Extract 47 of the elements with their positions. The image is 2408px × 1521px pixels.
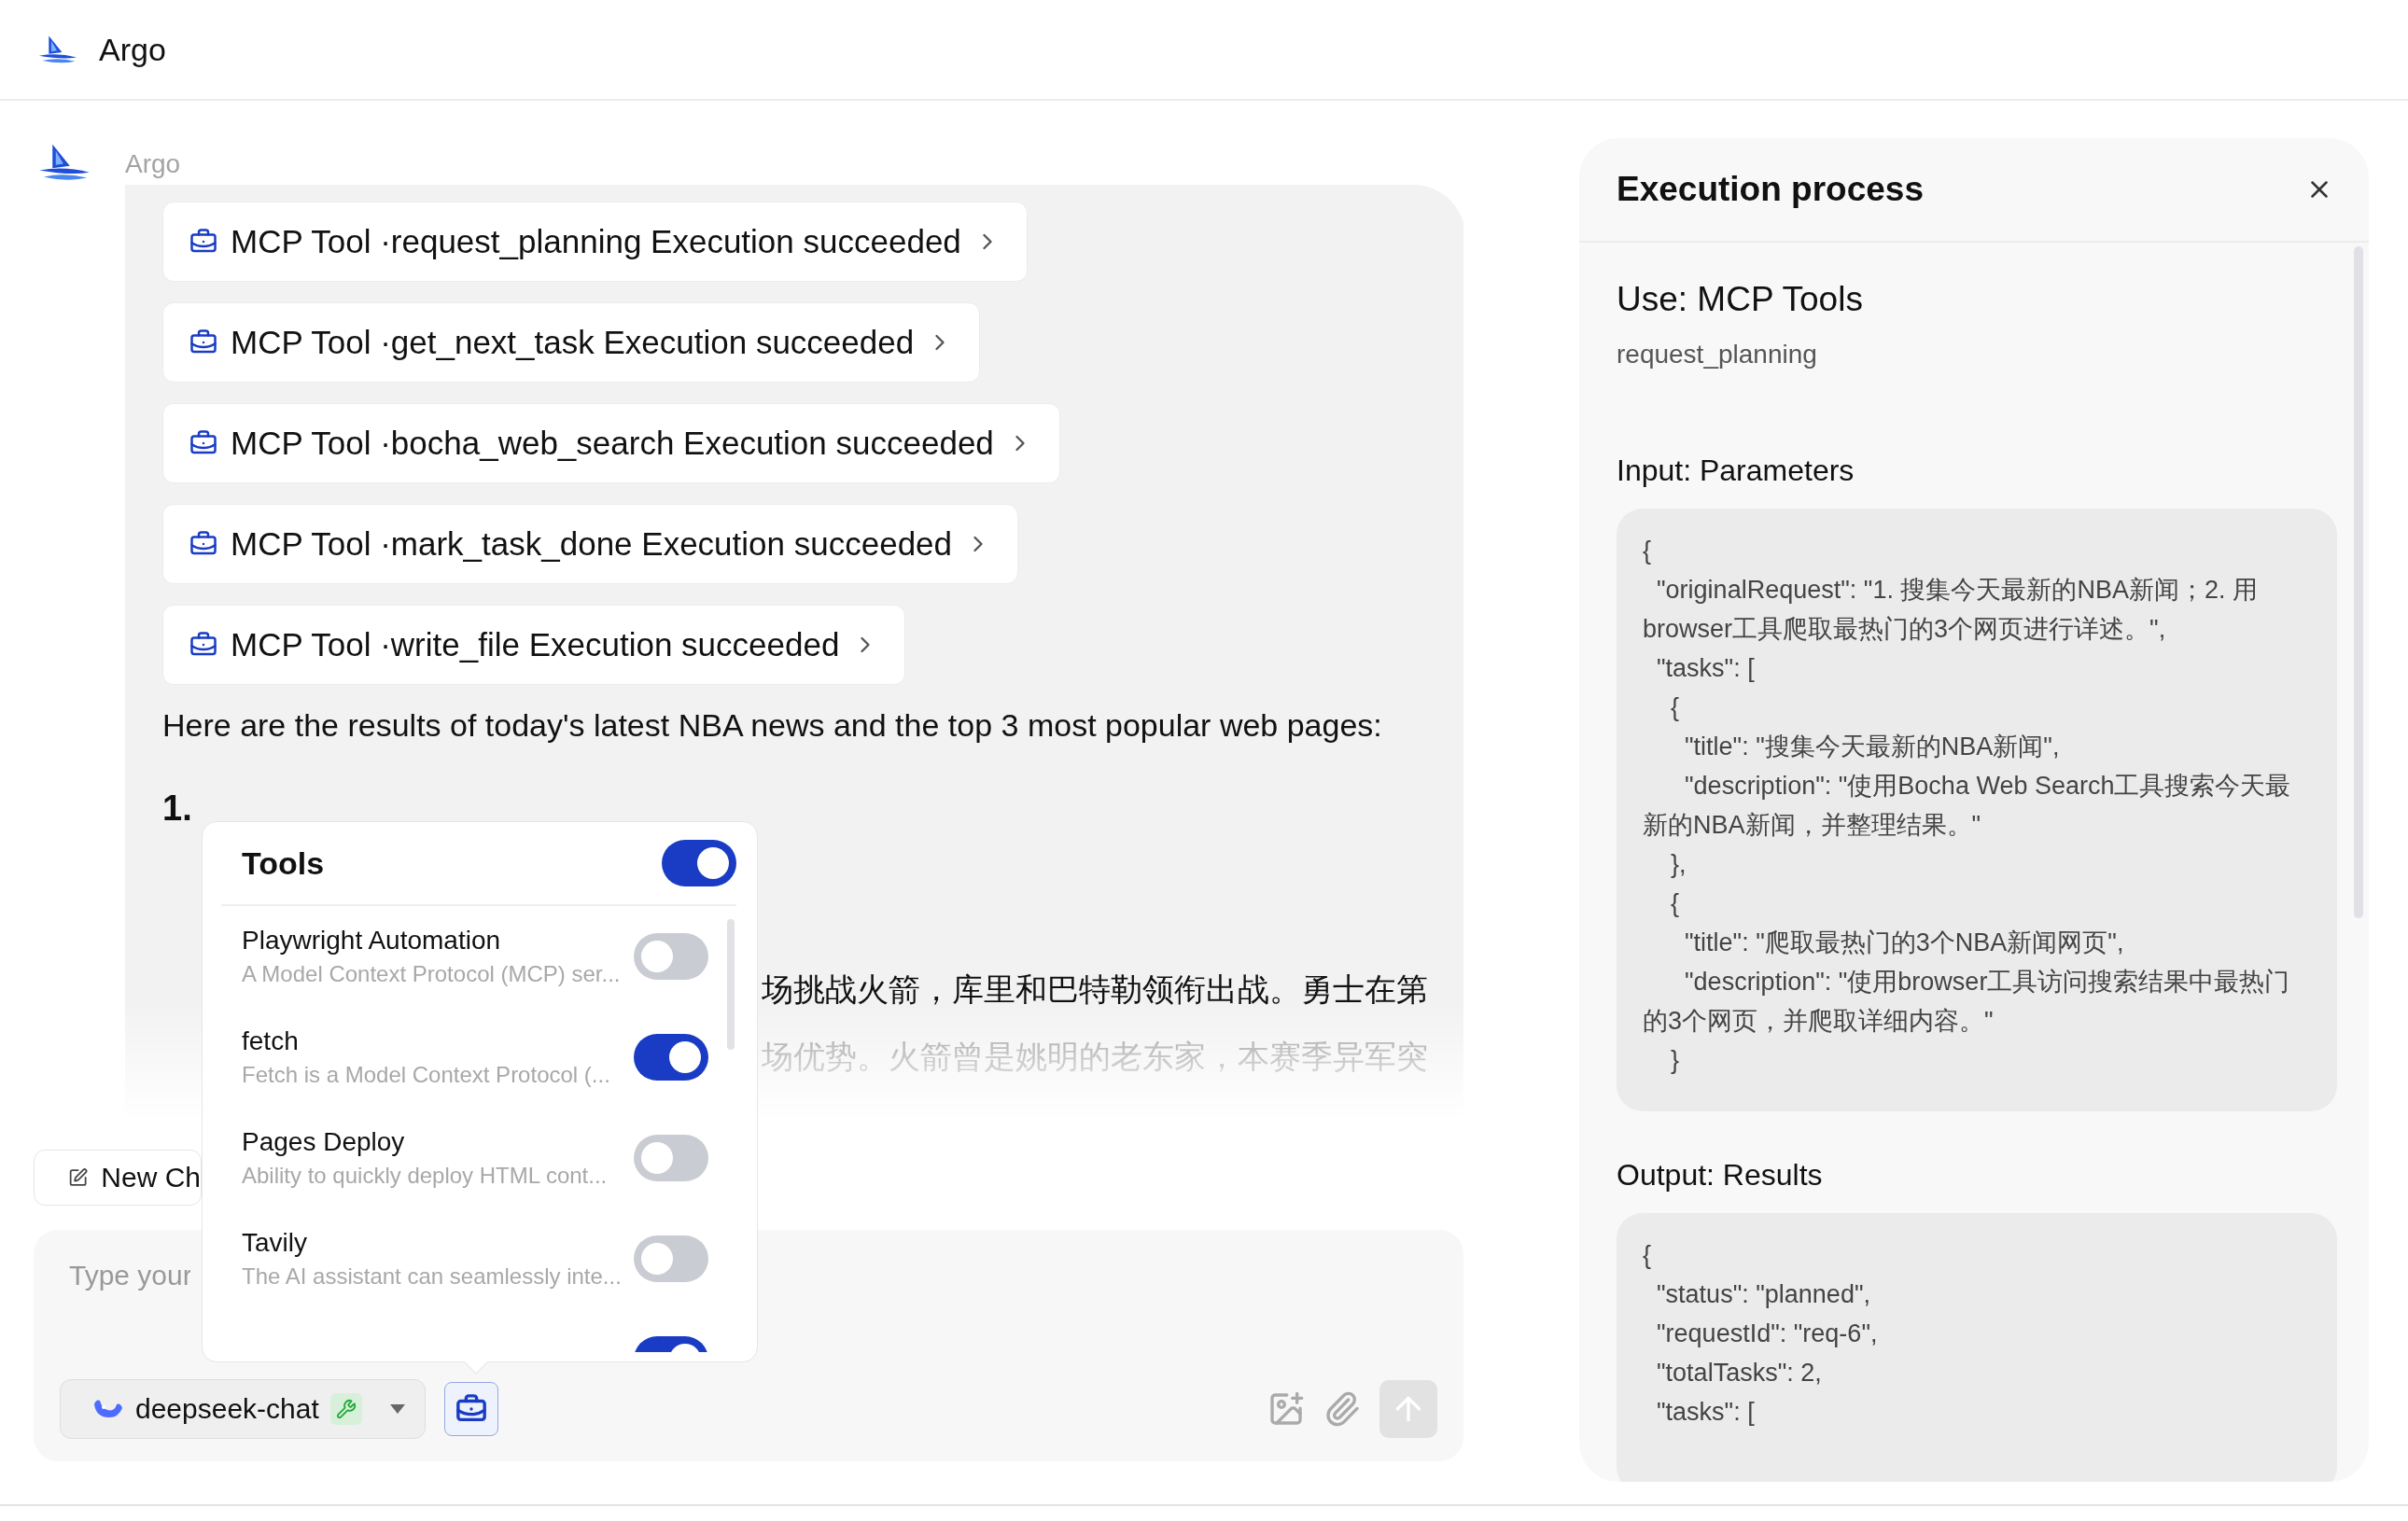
- tool-name: Tavily: [242, 1228, 307, 1258]
- tool-name: Pages Deploy: [242, 1127, 405, 1157]
- tool-description: The AI assistant can seamlessly inte...: [242, 1263, 622, 1290]
- tool-call-chip[interactable]: MCP Tool ·bocha_web_search Execution succeeded: [162, 403, 1060, 483]
- code-block: { "originalRequest": "1. 搜集今天最新的NBA新闻；2. 用browser工具爬取最热门的3个网页进行详述。", "tasks": [ { "title": "搜集今天最新的NBA新闻", "description": "使用Bocha Web Search工具搜索今天最新的NBA新闻，并整理结果。" }, { "title": "爬取最热门的3个NBA新闻网页", "description": "使用browser工具访问搜索结果中最热门的3个网页，并爬取详细内容。" }: [1617, 509, 2337, 1111]
- news-excerpt: 场优势。火箭曾是姚明的老东家，本赛季异军突: [762, 1038, 1428, 1076]
- toggle-knob: [641, 1243, 673, 1275]
- tool-name: fetch: [242, 1026, 299, 1056]
- toggle-knob: [641, 1142, 673, 1174]
- panel-title: Execution process: [1617, 170, 1924, 209]
- paperclip-icon[interactable]: [1323, 1390, 1361, 1428]
- list-number: 1.: [162, 788, 192, 829]
- sender-name: Argo: [125, 149, 181, 179]
- image-add-icon[interactable]: [1267, 1390, 1305, 1428]
- toggle-knob: [641, 941, 673, 972]
- tool-call-chip[interactable]: MCP Tool ·mark_task_done Execution succeeded: [162, 504, 1019, 584]
- toggle-switch[interactable]: [634, 1135, 708, 1181]
- tool-call-chip[interactable]: MCP Tool ·write_file Execution succeeded: [162, 605, 906, 685]
- popup-title: Tools: [242, 844, 325, 882]
- tool-call-chip[interactable]: MCP Tool ·get_next_task Execution succeeded: [162, 302, 981, 383]
- toggle-knob: [669, 1041, 701, 1073]
- tool-name: request_planning: [1617, 340, 1817, 370]
- app-title: Argo: [99, 31, 166, 68]
- send-button[interactable]: [1379, 1380, 1437, 1438]
- tool-description: A Model Context Protocol (MCP) ser...: [242, 961, 621, 987]
- toggle-switch[interactable]: [634, 933, 708, 980]
- model-selector[interactable]: deepseek-chat: [60, 1379, 426, 1439]
- section-title: Use: MCP Tools: [1617, 280, 1863, 319]
- toggle-switch[interactable]: [662, 840, 736, 886]
- wrench-badge-icon: [329, 1393, 362, 1425]
- dropdown-caret-icon: [389, 1403, 406, 1415]
- toggle-knob: [697, 847, 729, 879]
- section-heading: Input: Parameters: [1617, 454, 1855, 488]
- message-text: Here are the results of today's latest NBA news and the top 3 most popular web pages:: [162, 707, 1382, 744]
- news-excerpt: 场挑战火箭，库里和巴特勒领衔出战。勇士在第: [762, 970, 1428, 1009]
- tool-name: Playwright Automation: [242, 926, 501, 956]
- toggle-switch[interactable]: [634, 1034, 708, 1081]
- tool-description: Ability to quickly deploy HTML cont...: [242, 1163, 608, 1189]
- new-chat-button[interactable]: New Ch: [34, 1150, 202, 1206]
- section-heading: Output: Results: [1617, 1158, 1823, 1193]
- toolbox-button[interactable]: [444, 1382, 498, 1436]
- toggle-switch[interactable]: [634, 1235, 708, 1282]
- code-block: { "status": "planned", "requestId": "req-6", "totalTasks": 2, "tasks": [: [1617, 1213, 2337, 1482]
- scrollbar[interactable]: [727, 919, 735, 1050]
- tool-call-chip[interactable]: MCP Tool ·request_planning Execution succeeded: [162, 202, 1028, 282]
- tool-description: Fetch is a Model Context Protocol (...: [242, 1062, 610, 1088]
- scrollbar[interactable]: [2354, 246, 2363, 918]
